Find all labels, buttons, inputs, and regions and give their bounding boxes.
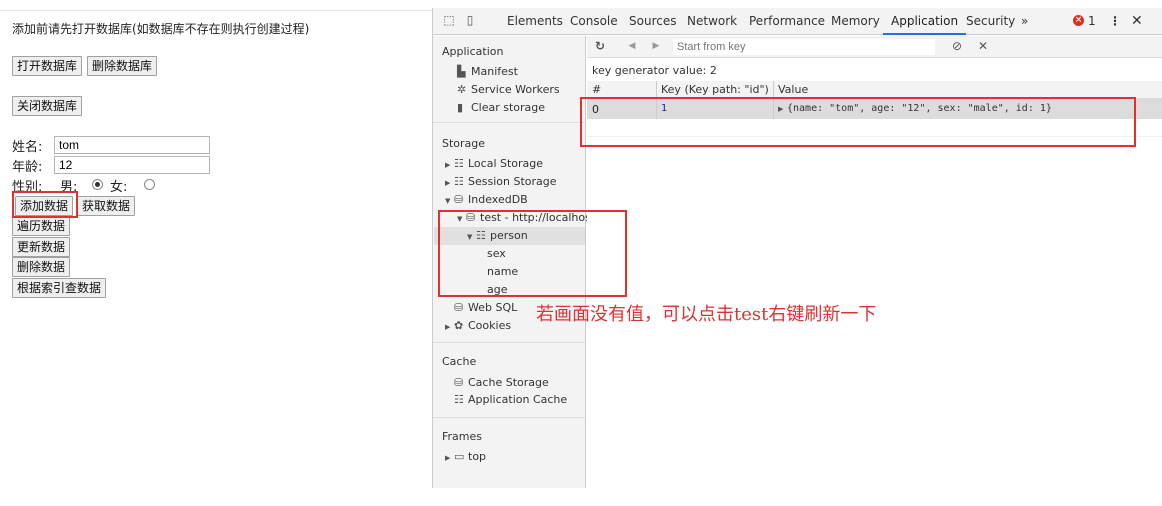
grid-icon: ☷ xyxy=(454,175,464,188)
section-application: Application xyxy=(442,45,504,58)
grid-icon: ☷ xyxy=(454,393,464,406)
expand-arrow-icon: ▶ xyxy=(445,454,451,462)
age-field[interactable] xyxy=(54,156,210,174)
female-label: 女: xyxy=(110,180,128,195)
error-count[interactable]: 1 xyxy=(1088,8,1096,35)
store-toolbar: ↻ ◀ ▶ ⊘ ✕ xyxy=(587,36,1162,58)
sidebar-item-web-sql[interactable]: ⛁ Web SQL xyxy=(454,301,517,314)
sidebar-item-service-workers[interactable]: ✲ Service Workers xyxy=(457,83,560,96)
open-db-button[interactable]: 打开数据库 xyxy=(12,56,83,76)
trash-icon: ▮ xyxy=(457,101,464,114)
sidebar-item-cookies[interactable]: ▶ ✿ Cookies xyxy=(445,319,511,332)
error-icon[interactable]: × xyxy=(1073,15,1084,26)
cookie-icon: ✿ xyxy=(454,319,464,332)
expand-arrow-icon: ▶ xyxy=(445,161,451,169)
refresh-icon[interactable]: ↻ xyxy=(593,39,607,53)
delete-db-button[interactable]: 删除数据库 xyxy=(87,56,158,76)
tab-application[interactable]: Application xyxy=(883,8,967,35)
more-tabs-button[interactable]: » xyxy=(1021,8,1028,35)
sidebar-item-indexeddb[interactable]: ▼ ⛁ IndexedDB xyxy=(445,193,528,206)
iterate-data-button[interactable]: 遍历数据 xyxy=(12,216,71,236)
highlight-data-row xyxy=(580,97,1136,147)
sidebar-item-manifest[interactable]: ▙ Manifest xyxy=(457,65,518,78)
tab-security[interactable]: Security xyxy=(966,8,1015,35)
tab-network[interactable]: Network xyxy=(687,8,737,35)
key-generator-value: key generator value: 2 xyxy=(592,64,717,77)
name-label: 姓名: xyxy=(12,140,43,155)
query-by-index-button[interactable]: 根据索引查数据 xyxy=(12,278,107,298)
expand-arrow-icon: ▶ xyxy=(445,179,451,187)
database-icon: ⛁ xyxy=(454,301,464,314)
section-frames: Frames xyxy=(442,430,483,443)
sidebar-item-clear-storage[interactable]: ▮ Clear storage xyxy=(457,101,545,114)
get-data-button[interactable]: 获取数据 xyxy=(77,196,136,216)
previous-page-icon[interactable]: ◀ xyxy=(625,39,639,53)
demo-page: 添加前请先打开数据库(如数据库不存在则执行创建过程) 打开数据库 删除数据库 关… xyxy=(0,0,432,506)
sidebar-item-frame-top[interactable]: ▶ ▭ top xyxy=(445,450,486,463)
tab-elements[interactable]: Elements xyxy=(507,8,563,35)
sidebar-item-local-storage[interactable]: ▶ ☷ Local Storage xyxy=(445,157,543,170)
delete-entry-icon[interactable]: ✕ xyxy=(976,39,990,53)
next-page-icon[interactable]: ▶ xyxy=(649,39,663,53)
inspect-icon[interactable]: ⬚ xyxy=(442,13,456,27)
column-value[interactable]: Value xyxy=(778,83,808,96)
highlight-add-button xyxy=(12,191,78,218)
female-radio[interactable] xyxy=(144,179,155,190)
devtools-toolbar: ⬚ ▯ Elements Console Sources Network Per… xyxy=(433,8,1162,35)
age-label: 年龄: xyxy=(12,160,43,175)
sidebar-item-application-cache[interactable]: ☷ Application Cache xyxy=(454,393,567,406)
page-top-divider xyxy=(0,10,432,11)
clear-store-icon[interactable]: ⊘ xyxy=(950,39,964,53)
section-storage: Storage xyxy=(442,137,486,150)
menu-icon[interactable]: ⋮ xyxy=(1109,8,1121,35)
close-db-button[interactable]: 关闭数据库 xyxy=(12,96,83,116)
column-key[interactable]: Key (Key path: "id") xyxy=(661,83,769,96)
section-cache: Cache xyxy=(442,355,477,368)
sidebar-item-session-storage[interactable]: ▶ ☷ Session Storage xyxy=(445,175,557,188)
close-devtools-icon[interactable]: ✕ xyxy=(1131,8,1143,35)
column-index[interactable]: # xyxy=(592,83,601,96)
sidebar-item-cache-storage[interactable]: ⛁ Cache Storage xyxy=(454,376,549,389)
tab-performance[interactable]: Performance xyxy=(749,8,825,35)
update-data-button[interactable]: 更新数据 xyxy=(12,237,71,257)
highlight-db-tree xyxy=(438,210,627,297)
tab-sources[interactable]: Sources xyxy=(629,8,676,35)
frame-icon: ▭ xyxy=(454,450,465,463)
gear-icon: ✲ xyxy=(457,83,467,96)
database-icon: ⛁ xyxy=(454,376,464,389)
database-icon: ⛁ xyxy=(454,193,464,206)
male-radio[interactable] xyxy=(92,179,103,190)
annotation-text: 若画面没有值，可以点击test右键刷新一下 xyxy=(536,304,877,325)
tab-memory[interactable]: Memory xyxy=(831,8,880,35)
intro-text: 添加前请先打开数据库(如数据库不存在则执行创建过程) xyxy=(12,22,310,36)
grid-icon: ☷ xyxy=(454,157,464,170)
name-field[interactable] xyxy=(54,136,210,154)
expand-arrow-icon: ▶ xyxy=(445,323,451,331)
start-from-key-input[interactable] xyxy=(673,39,935,55)
delete-data-button[interactable]: 删除数据 xyxy=(12,257,71,277)
device-toggle-icon[interactable]: ▯ xyxy=(463,13,477,27)
tab-console[interactable]: Console xyxy=(570,8,618,35)
document-icon: ▙ xyxy=(457,65,466,78)
collapse-arrow-icon: ▼ xyxy=(445,197,451,205)
